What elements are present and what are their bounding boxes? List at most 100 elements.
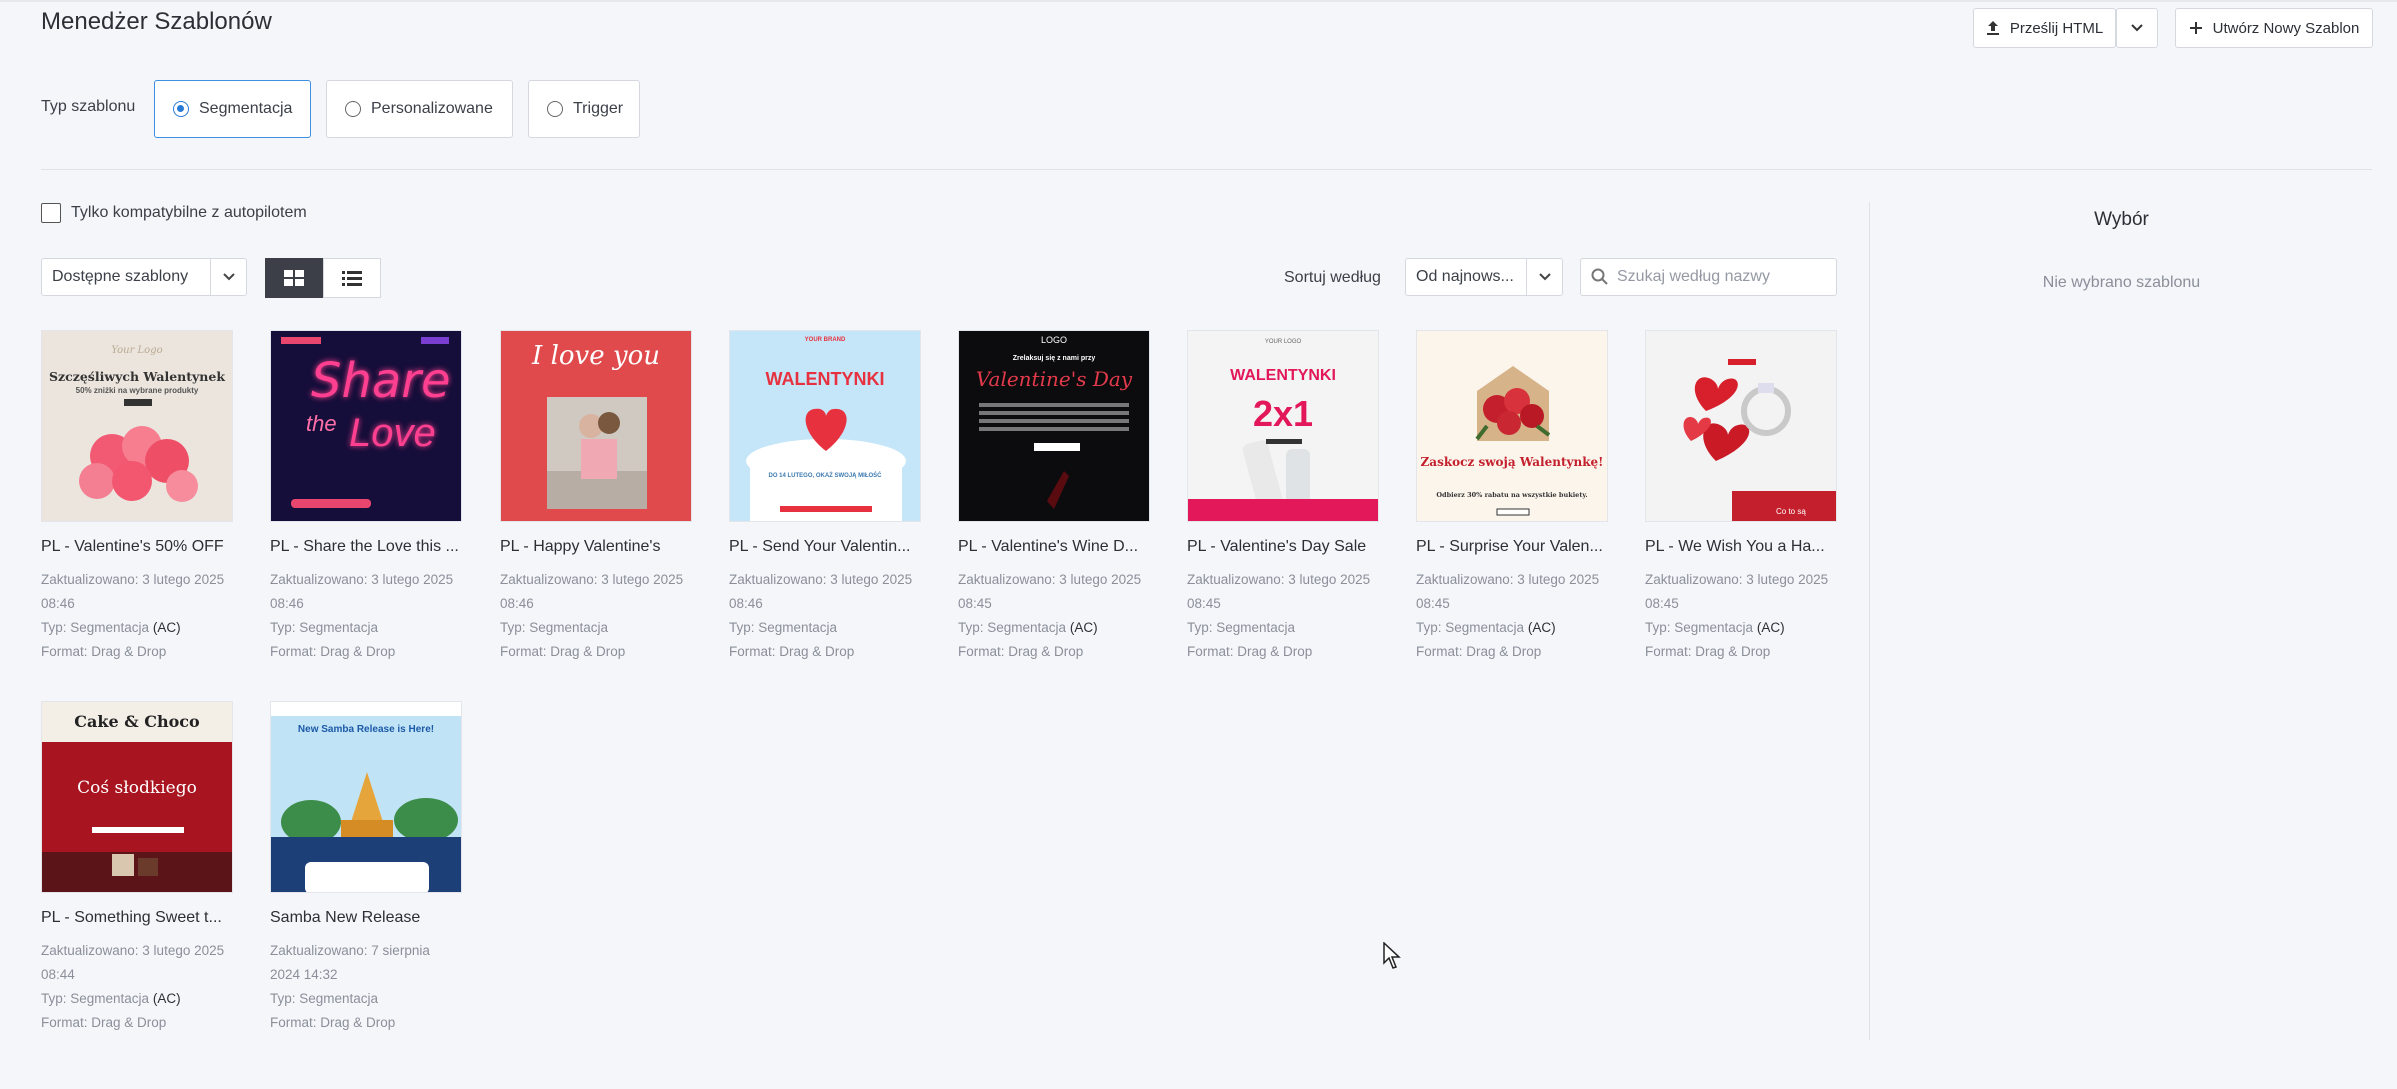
template-format: Format: Drag & Drop [729,644,855,659]
thumb-subtitle: Zrelaksuj się z nami przy [1012,355,1096,362]
template-card[interactable]: LOGO Zrelaksuj się z nami przy Valentine… [958,330,1150,664]
upload-options-button[interactable] [2116,8,2158,48]
template-updated: Zaktualizowano: 3 lutego 2025 [958,572,1142,587]
sort-label: Sortuj według [1284,269,1381,286]
template-thumbnail[interactable]: YOUR BRAND WALENTYNKI DO 14 LUTEGO, OKAŻ… [729,330,921,522]
template-card[interactable]: Cake & Choco Coś słodkiego PL - Somethin… [41,701,233,1035]
radio-checked-icon [173,101,189,117]
upload-html-button[interactable]: Prześlij HTML [1973,8,2116,48]
autopilot-badge: (AC) [1069,620,1098,635]
template-updated: Zaktualizowano: 3 lutego 2025 [1187,572,1371,587]
template-card[interactable]: New Samba Release is Here! Samba New Rel… [270,701,462,1035]
thumb-title: I love you [532,341,660,371]
template-meta: Zaktualizowano: 3 lutego 2025 08:45 Typ:… [958,568,1150,664]
template-name: PL - Valentine's Wine D... [958,538,1139,555]
template-type: Typ: Segmentacja (AC) [41,987,233,1011]
template-card[interactable]: Zaskocz swoją Walentynkę! Odbierz 30% ra… [1416,330,1608,664]
template-format: Format: Drag & Drop [41,644,167,659]
source-select[interactable]: Dostępne szablony [41,258,247,296]
template-updated-time: 2024 14:32 [270,967,338,982]
template-format: Format: Drag & Drop [500,644,626,659]
radio-label: Segmentacja [199,100,293,117]
thumb-subtitle: Cake & Choco [74,712,200,731]
page-title: Menedżer Szablonów [41,8,272,35]
top-border [0,0,2397,2]
template-type-value: Typ: Segmentacja [270,620,379,635]
thumb-title: Coś słodkiego [77,778,197,798]
template-card[interactable]: YOUR LOGO WALENTYNKI 2x1 PL - Valentine'… [1187,330,1379,664]
template-card[interactable]: YOUR BRAND WALENTYNKI DO 14 LUTEGO, OKAŻ… [729,330,921,664]
template-type-value: Typ: Segmentacja [729,620,838,635]
search-box[interactable] [1580,258,1837,296]
template-updated: Zaktualizowano: 3 lutego 2025 [500,572,684,587]
sort-select[interactable]: Od najnows... [1405,258,1563,296]
radio-segmentacja[interactable]: Segmentacja [154,80,311,138]
autopilot-filter[interactable]: Tylko kompatybilne z autopilotem [41,203,307,223]
template-name: PL - Surprise Your Valen... [1416,538,1603,555]
thumb-logo: YOUR BRAND [804,337,846,343]
create-template-button[interactable]: Utwórz Nowy Szablon [2175,8,2373,48]
thumb-title: Co to są [1776,507,1806,516]
thumb-subtitle: the [306,411,337,436]
template-thumbnail[interactable]: Co to są [1645,330,1837,522]
plus-icon [2189,22,2202,34]
template-card[interactable]: Your Logo Szczęśliwych Walentynek 50% zn… [41,330,233,664]
template-format: Format: Drag & Drop [1645,644,1771,659]
thumb-subtitle: 2x1 [1252,393,1314,434]
template-type-value: Typ: Segmentacja [270,991,379,1006]
template-updated-time: 08:46 [500,596,534,611]
template-updated: Zaktualizowano: 3 lutego 2025 [1645,572,1829,587]
template-thumbnail[interactable]: Cake & Choco Coś słodkiego [41,701,233,893]
template-updated: Zaktualizowano: 3 lutego 2025 [41,572,225,587]
template-type: Typ: Segmentacja [729,616,921,640]
grid-icon [284,270,304,286]
thumb-title: Share [311,353,451,409]
autopilot-checkbox[interactable] [41,203,61,223]
autopilot-badge: (AC) [1527,620,1556,635]
template-type: Typ: Segmentacja (AC) [1645,616,1837,640]
template-name: PL - Valentine's Day Sale [1187,538,1367,555]
template-thumbnail[interactable]: Zaskocz swoją Walentynkę! Odbierz 30% ra… [1416,330,1608,522]
template-thumbnail[interactable]: LOGO Zrelaksuj się z nami przy Valentine… [958,330,1150,522]
thumb-subtitle: Odbierz 30% rabatu na wszystkie bukiety. [1436,491,1588,499]
search-icon [1591,268,1608,285]
template-updated: Zaktualizowano: 3 lutego 2025 [729,572,913,587]
chevron-down-icon [2131,24,2143,32]
template-type: Typ: Segmentacja [270,987,462,1011]
sort-select-value: Od najnows... [1416,268,1514,285]
template-thumbnail[interactable]: I love you [500,330,692,522]
search-input[interactable] [1617,268,1817,286]
template-card[interactable]: Share the Love PL - Share the Love this … [270,330,462,664]
template-format: Format: Drag & Drop [41,1015,167,1030]
thumb-subtitle: DO 14 LUTEGO, OKAŻ SWOJĄ MIŁOŚĆ [768,473,882,479]
template-meta: Zaktualizowano: 7 sierpnia 2024 14:32 Ty… [270,939,462,1035]
template-thumbnail[interactable]: YOUR LOGO WALENTYNKI 2x1 [1187,330,1379,522]
template-thumbnail[interactable]: Your Logo Szczęśliwych Walentynek 50% zn… [41,330,233,522]
mouse-cursor-icon [1383,942,1401,969]
template-type-value: Typ: Segmentacja [41,991,150,1006]
autopilot-badge: (AC) [152,620,181,635]
template-type-value: Typ: Segmentacja [958,620,1067,635]
radio-trigger[interactable]: Trigger [528,80,640,138]
grid-view-button[interactable] [265,258,323,298]
template-type: Typ: Segmentacja [1187,616,1379,640]
template-format: Format: Drag & Drop [270,644,396,659]
section-divider [41,169,2372,170]
thumb-title: WALENTYNKI [1230,367,1336,384]
template-meta: Zaktualizowano: 3 lutego 2025 08:45 Typ:… [1416,568,1608,664]
upload-icon [1986,21,1999,35]
template-type: Typ: Segmentacja (AC) [1416,616,1608,640]
template-type-value: Typ: Segmentacja [1187,620,1296,635]
radio-personalizowane[interactable]: Personalizowane [326,80,513,138]
template-updated-time: 08:45 [1416,596,1450,611]
template-card[interactable]: I love you PL - Happy Valentine's Zaktua… [500,330,692,664]
template-card[interactable]: Co to są PL - We Wish You a Ha... Zaktua… [1645,330,1837,664]
template-type: Typ: Segmentacja (AC) [958,616,1150,640]
template-type-value: Typ: Segmentacja [500,620,609,635]
template-thumbnail[interactable]: Share the Love [270,330,462,522]
template-name: PL - We Wish You a Ha... [1645,538,1825,555]
radio-label: Personalizowane [371,100,493,117]
list-view-button[interactable] [323,258,381,298]
chevron-down-icon [1526,259,1562,295]
template-thumbnail[interactable]: New Samba Release is Here! [270,701,462,893]
